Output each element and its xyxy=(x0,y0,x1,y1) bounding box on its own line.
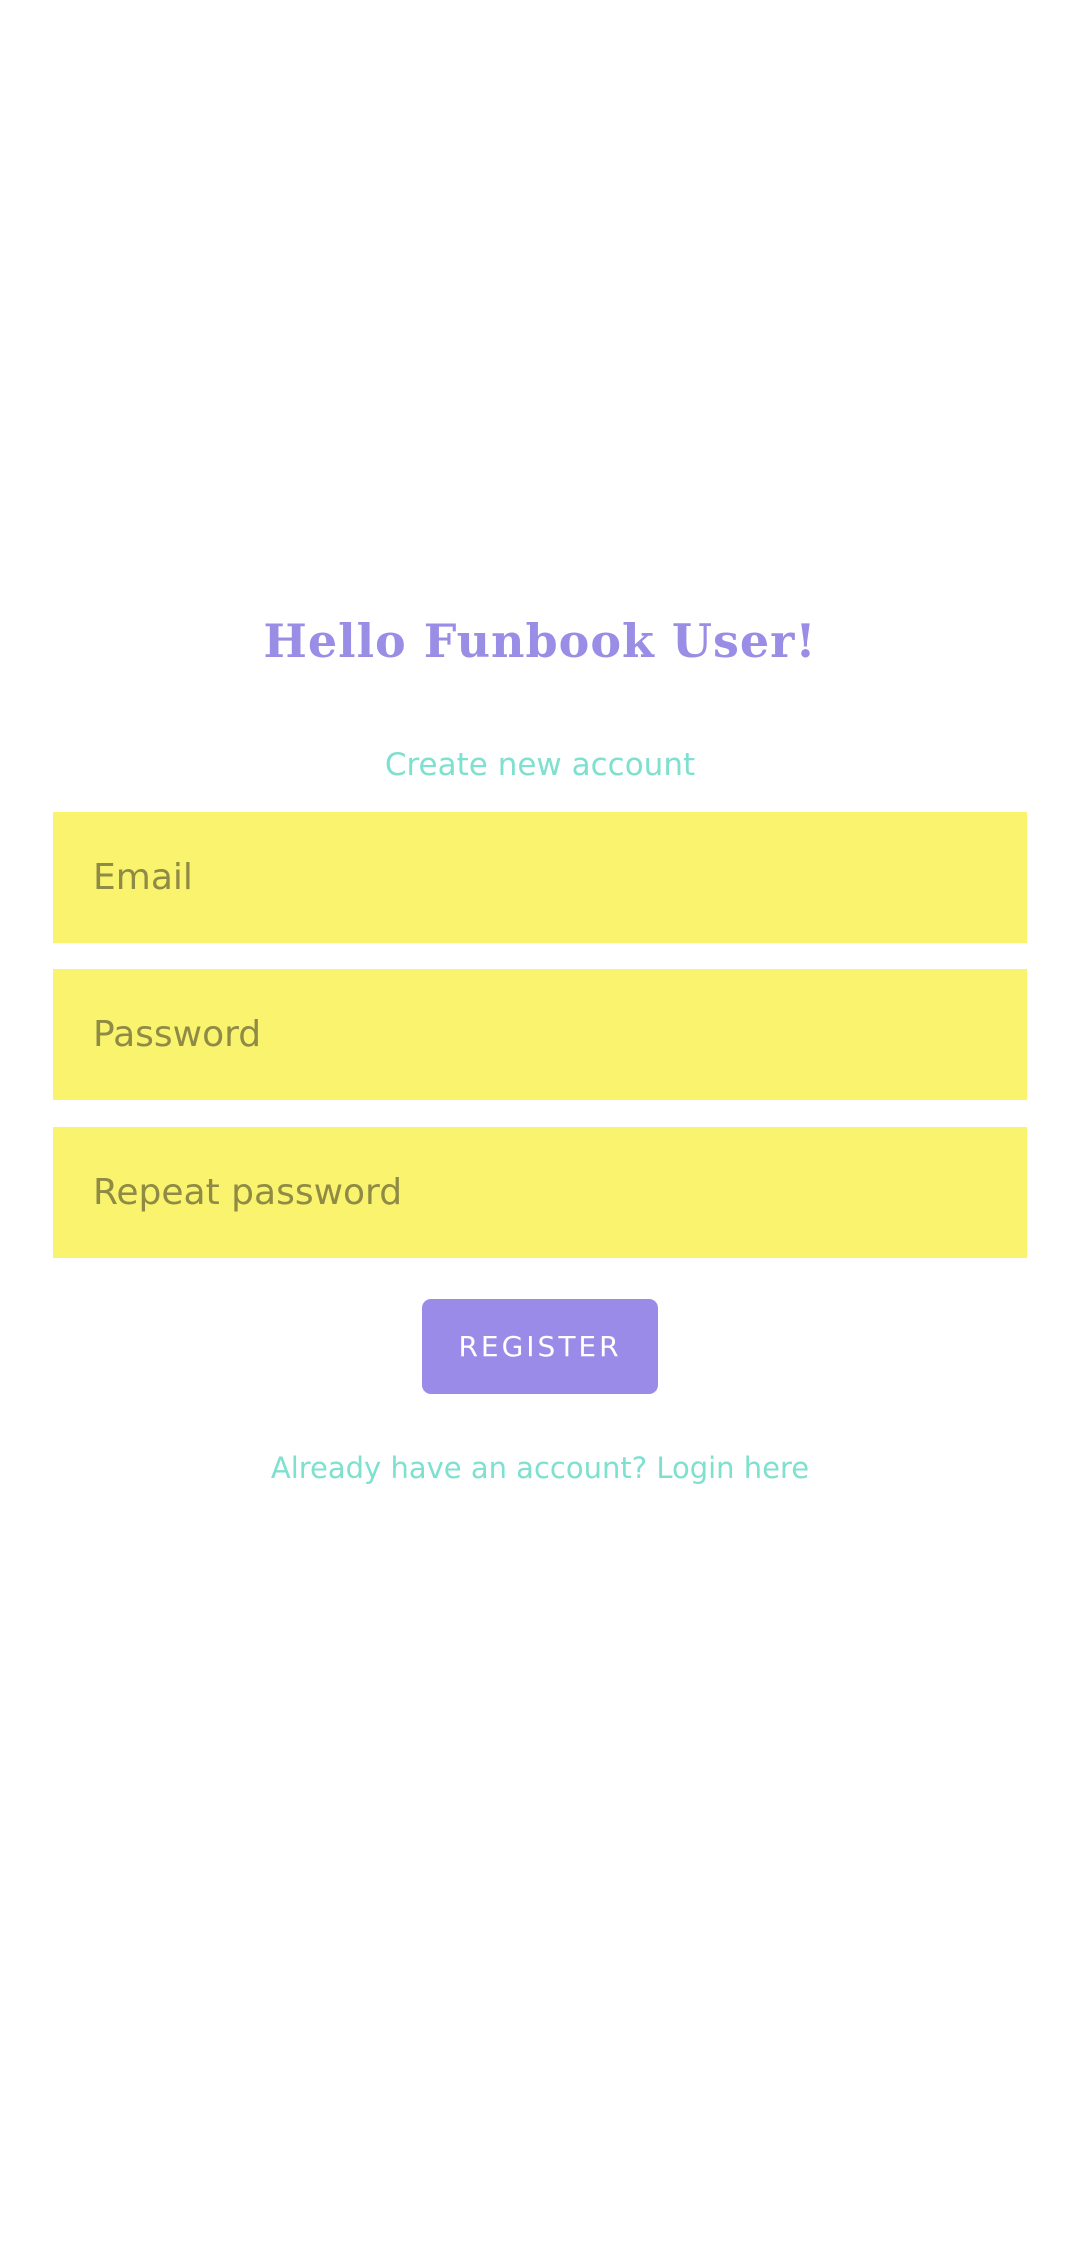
register-screen: Hello Funbook User! Create new account R… xyxy=(0,0,1080,2254)
login-link[interactable]: Already have an account? Login here xyxy=(0,1446,1080,1490)
repeat-password-field[interactable] xyxy=(53,1127,1027,1258)
greeting-title: Hello Funbook User! xyxy=(263,614,817,668)
email-field[interactable] xyxy=(53,812,1027,943)
create-account-subtitle: Create new account xyxy=(384,747,696,783)
register-button[interactable]: REGISTER xyxy=(422,1299,658,1394)
password-field[interactable] xyxy=(53,969,1027,1100)
